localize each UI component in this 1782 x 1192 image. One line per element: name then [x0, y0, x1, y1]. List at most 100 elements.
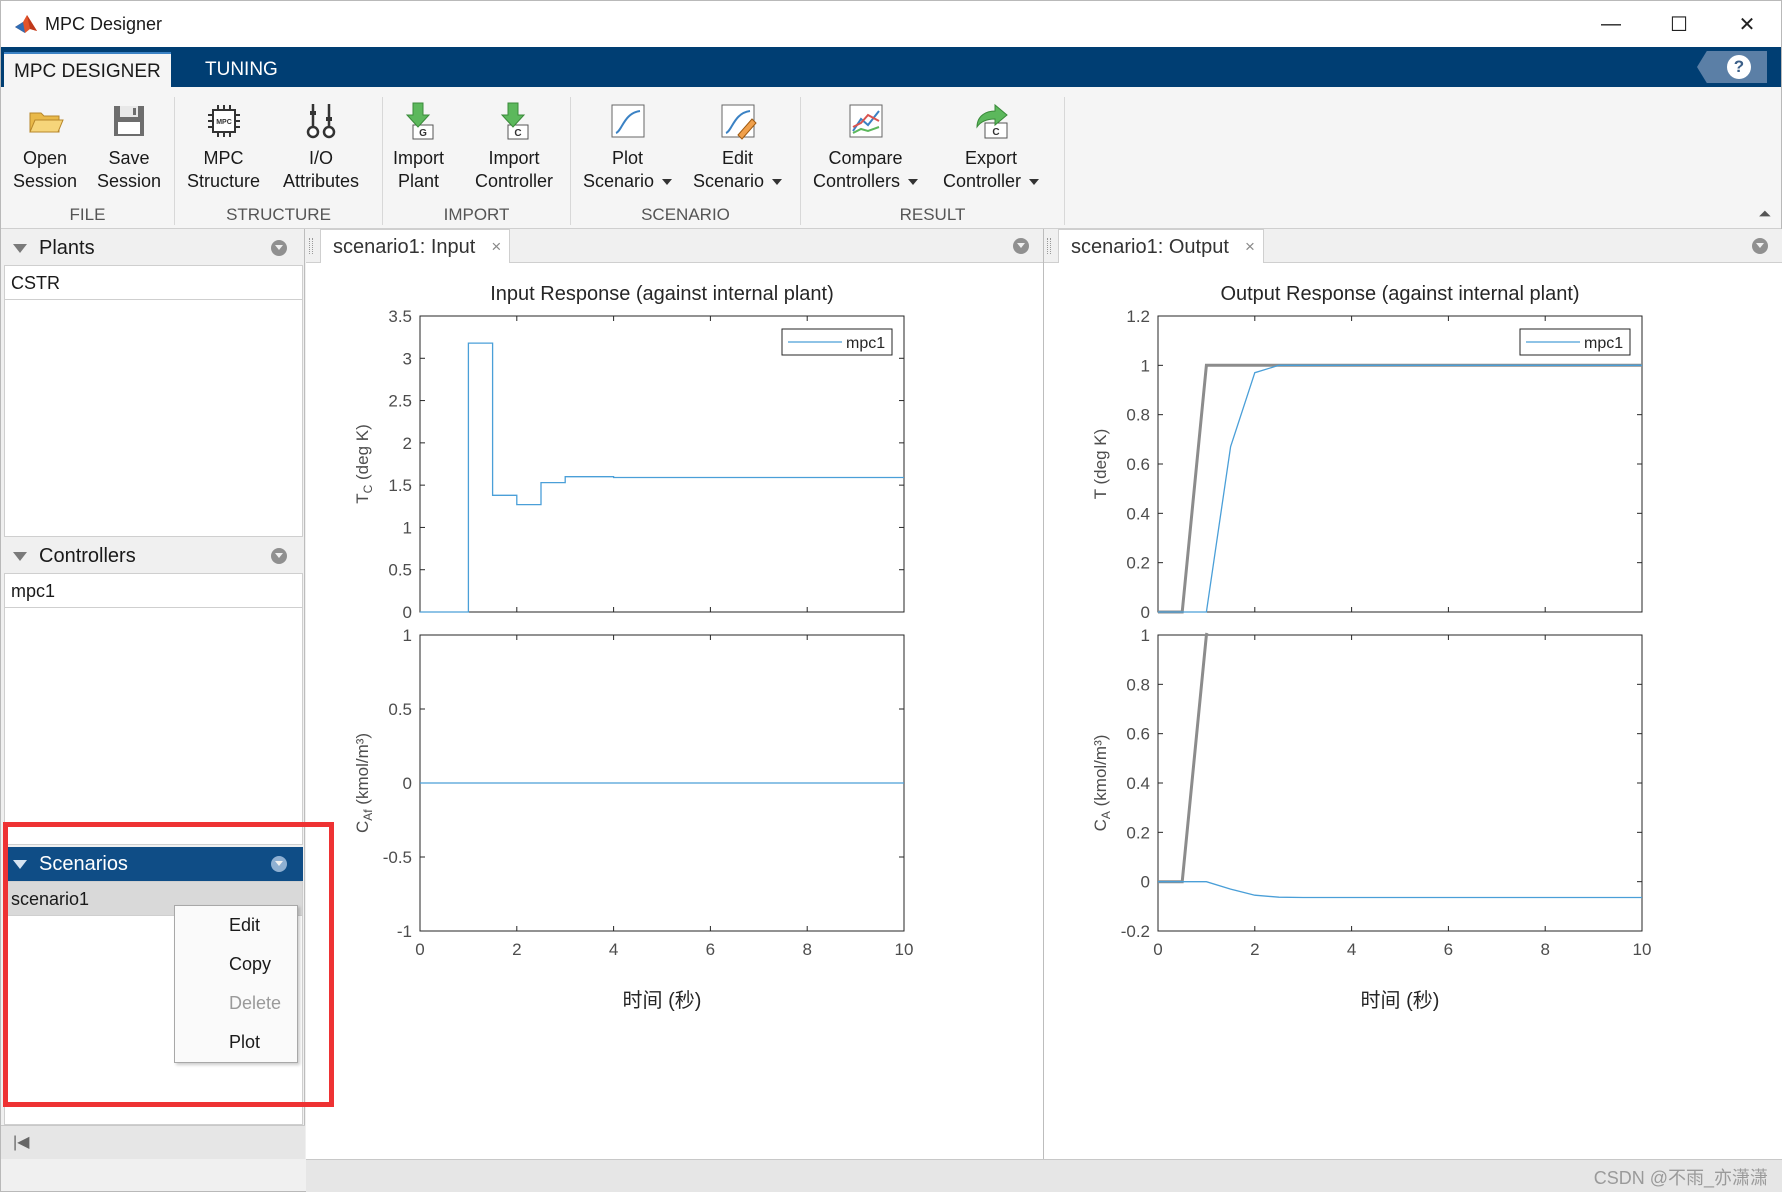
chevron-down-icon — [772, 179, 783, 186]
y-axis-label: CAf (kmol/m³) — [353, 733, 375, 833]
document-options-icon[interactable] — [1752, 238, 1768, 254]
title-bar: MPC Designer — ☐ ✕ — [1, 1, 1781, 47]
compare-controllers-button[interactable]: Compare Controllers — [813, 101, 919, 193]
y-tick-label: -0.2 — [1121, 922, 1150, 941]
ribbon-toolstrip: Open Session Save Session FILE MPC MPC S… — [1, 87, 1781, 229]
x-tick-label: 4 — [1347, 940, 1356, 959]
minimize-button[interactable]: — — [1577, 1, 1645, 47]
y-tick-label: 0.6 — [1126, 455, 1150, 474]
axes-box — [1157, 634, 1643, 932]
svg-text:MPC: MPC — [216, 119, 232, 126]
drag-grip-icon[interactable] — [309, 238, 313, 254]
collapse-triangle-icon[interactable] — [13, 243, 27, 253]
collapse-triangle-icon[interactable] — [13, 551, 27, 561]
import-plant-button[interactable]: G Import Plant — [393, 101, 444, 193]
y-tick-label: 3 — [403, 349, 412, 368]
drag-grip-icon[interactable] — [1047, 238, 1051, 254]
mpc-structure-button[interactable]: MPC MPC Structure — [187, 101, 260, 193]
edit-scenario-button[interactable]: Edit Scenario — [693, 101, 783, 193]
collapse-ribbon-icon[interactable]: ⏶ — [1758, 206, 1771, 224]
ribbon-group-label-file: FILE — [69, 205, 106, 224]
export-controller-icon: C — [976, 103, 1008, 139]
tab-mpc-designer[interactable]: MPC DESIGNER — [4, 52, 171, 87]
plot-scenario-button[interactable]: Plot Scenario — [583, 101, 673, 193]
plants-list: CSTR — [4, 265, 303, 537]
y-tick-label: 2.5 — [388, 392, 412, 411]
ribbon-group-label-import: IMPORT — [443, 205, 510, 224]
section-options-icon[interactable] — [271, 240, 287, 256]
import-controller-icon: C — [500, 102, 529, 140]
svg-text:G: G — [419, 128, 427, 139]
context-menu-edit[interactable]: Edit — [175, 906, 297, 945]
context-menu-copy[interactable]: Copy — [175, 945, 297, 984]
browser-collapse-icon[interactable]: |◀ — [1, 1125, 305, 1159]
y-axis-label: TC (deg K) — [353, 424, 375, 504]
export-controller-button[interactable]: C Export Controller — [943, 101, 1040, 193]
tab-tuning[interactable]: TUNING — [195, 52, 288, 87]
ribbon-group-file: Open Session Save Session FILE — [1, 97, 175, 225]
close-tab-icon[interactable]: × — [1245, 230, 1255, 264]
x-tick-label: 10 — [1633, 940, 1652, 959]
section-options-icon[interactable] — [271, 548, 287, 564]
close-tab-icon[interactable]: × — [491, 230, 501, 264]
context-menu-delete: Delete — [229, 993, 282, 1013]
x-tick-label: 10 — [895, 940, 914, 959]
y-tick-label: 1 — [403, 626, 412, 645]
collapse-triangle-icon[interactable] — [13, 859, 27, 869]
open-session-button[interactable]: Open Session — [13, 101, 77, 193]
y-tick-label: 0.4 — [1126, 504, 1150, 523]
mpc-chip-icon: MPC — [207, 105, 240, 137]
chart-title: Output Response (against internal plant) — [1220, 283, 1579, 305]
y-tick-label: 0.2 — [1126, 823, 1150, 842]
x-tick-label: 0 — [415, 940, 424, 959]
plant-item-cstr[interactable]: CSTR — [5, 266, 302, 300]
help-button[interactable]: ? — [1697, 51, 1767, 83]
close-button[interactable]: ✕ — [1713, 1, 1781, 47]
save-session-button[interactable]: Save Session — [97, 101, 161, 193]
y-tick-label: -1 — [397, 922, 412, 941]
y-tick-label: 0.8 — [1126, 406, 1150, 425]
input-response-plot: Input Response (against internal plant) 0… — [353, 283, 914, 1012]
tab-scenario1-input[interactable]: scenario1: Input × — [320, 229, 511, 264]
x-axis-label: 时间 (秒) — [623, 989, 702, 1012]
controllers-header-label: Controllers — [39, 544, 136, 567]
x-tick-label: 2 — [512, 940, 521, 959]
compare-controllers-label: Compare Controllers — [813, 148, 903, 191]
y-axis-label: T (deg K) — [1091, 429, 1110, 500]
x-tick-label: 4 — [609, 940, 618, 959]
output-tabstrip: scenario1: Output × — [1044, 229, 1782, 263]
matlab-logo-icon — [15, 15, 37, 33]
context-menu-plot[interactable]: Plot — [175, 1023, 297, 1062]
x-tick-label: 0 — [1153, 940, 1162, 959]
mpc-designer-window: MPC Designer — ☐ ✕ MPC DESIGNER TUNING ?… — [0, 0, 1782, 1192]
y-tick-label: 0 — [403, 603, 412, 622]
x-tick-label: 6 — [706, 940, 715, 959]
io-attributes-icon — [306, 104, 336, 139]
scenarios-section-header[interactable]: Scenarios — [3, 847, 303, 881]
controllers-section-header[interactable]: Controllers — [3, 539, 303, 573]
y-tick-label: 1.2 — [1126, 307, 1150, 326]
tab-scenario1-output[interactable]: scenario1: Output × — [1058, 229, 1264, 263]
import-plant-icon: G — [405, 102, 433, 140]
y-tick-label: 0.4 — [1126, 774, 1150, 793]
y-tick-label: 0 — [1141, 873, 1150, 892]
plants-section-header[interactable]: Plants — [3, 231, 303, 265]
section-options-icon[interactable] — [271, 856, 287, 872]
x-tick-label: 6 — [1444, 940, 1453, 959]
status-bar: CSDN @不雨_亦潇潇 — [306, 1159, 1782, 1192]
y-tick-label: 2 — [403, 434, 412, 453]
compare-controllers-icon — [849, 104, 883, 138]
io-attributes-button[interactable]: I/O Attributes — [283, 101, 359, 193]
axes-box — [1157, 315, 1643, 613]
controller-item-mpc1[interactable]: mpc1 — [5, 574, 302, 608]
document-options-icon[interactable] — [1013, 238, 1029, 254]
svg-text:C: C — [992, 127, 999, 138]
y-tick-label: 0 — [403, 774, 412, 793]
svg-text:C: C — [514, 128, 521, 139]
import-controller-button[interactable]: C Import Controller — [475, 101, 553, 193]
ribbon-tab-bar: MPC DESIGNER TUNING ? — [1, 47, 1781, 87]
chevron-down-icon — [1029, 179, 1040, 186]
y-tick-label: 1 — [1141, 626, 1150, 645]
legend-label: mpc1 — [846, 335, 885, 352]
maximize-button[interactable]: ☐ — [1645, 1, 1713, 47]
